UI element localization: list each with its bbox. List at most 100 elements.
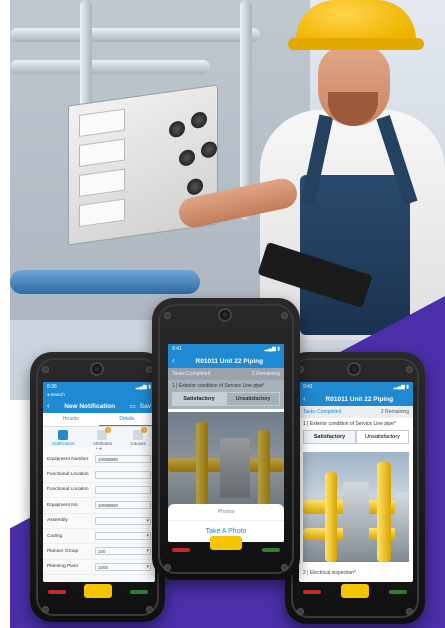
step-notification[interactable]: Notification [52, 430, 75, 446]
assembly-select[interactable] [95, 516, 151, 525]
coding-select[interactable] [95, 532, 151, 541]
right-screen: 9:41 ▂▄▆ ▮ ‹ R01011 Unit 22 Piping Tasks… [299, 382, 413, 582]
step-causes[interactable]: 1 Causes [130, 427, 148, 446]
planning-plant-select[interactable]: 1000 [95, 562, 151, 571]
worker-overalls [300, 175, 410, 335]
document-icon[interactable]: ▭ [130, 402, 136, 410]
planner-group-select[interactable]: 100 [95, 547, 151, 556]
task-progress-bar: Tasks Completed 2 Remaining [299, 406, 413, 418]
page-title: R01011 Unit 22 Piping [325, 395, 394, 403]
screw [146, 606, 153, 613]
tab-header[interactable]: Header [43, 413, 99, 426]
status-bar: 9:41 ▂▄▆ ▮ [299, 382, 413, 392]
form-row: Functional Location [43, 483, 155, 499]
notification-form: Equipment Number 10008860 Functional Loca… [43, 452, 155, 575]
attributes-icon: 1 [97, 427, 112, 440]
end-key[interactable] [48, 590, 66, 594]
unsatisfactory-option[interactable]: Unsatisfactory [226, 392, 280, 406]
back-arrow-icon[interactable]: ‹ [172, 357, 175, 365]
scan-button[interactable] [84, 584, 112, 598]
form-row: Functional Location [43, 467, 155, 483]
call-key[interactable] [389, 590, 407, 594]
condition-toggle: Satisfactory Unsatisfactory [172, 392, 280, 406]
panel-label [79, 108, 125, 137]
step-indicator: Notification 1 Attributes 1 Causes [43, 427, 155, 447]
right-rugged-phone: 9:41 ▂▄▆ ▮ ‹ R01011 Unit 22 Piping Tasks… [285, 352, 425, 624]
satisfactory-option[interactable]: Satisfactory [172, 392, 226, 406]
page-title: R01011 Unit 22 Piping [195, 357, 264, 365]
valve-body [343, 482, 369, 552]
yellow-pipe [325, 472, 337, 562]
app-bar: ‹ New Notification ▭ Sav [43, 399, 155, 413]
condition-toggle: Satisfactory Unsatisfactory [303, 430, 409, 444]
panel-label [79, 138, 125, 167]
screw [164, 312, 171, 319]
valve-knob [187, 177, 203, 196]
overhead-pipe [10, 28, 260, 42]
dimmed-content: 1 | Exterior condition of Service Line p… [168, 380, 284, 409]
camera-icon [347, 362, 361, 376]
center-screen: 9:41 ▂▄▆ ▮ ‹ R01011 Unit 22 Piping Tasks… [168, 344, 284, 542]
screw [281, 312, 288, 319]
scan-button[interactable] [341, 584, 369, 598]
page-title: New Notification [64, 402, 116, 410]
camera-icon [218, 308, 232, 322]
valve-body [220, 438, 250, 498]
call-key[interactable] [262, 548, 280, 552]
search-back-link[interactable]: ◂ Search [43, 392, 155, 399]
unsatisfactory-option[interactable]: Unsatisfactory [356, 430, 409, 444]
status-bar: 8:36 ▂▄▆ ▮ [43, 382, 155, 392]
panel-label [79, 168, 125, 197]
yellow-pipe [377, 462, 391, 562]
functional-location-field[interactable] [95, 485, 151, 494]
satisfactory-option[interactable]: Satisfactory [303, 430, 356, 444]
end-key[interactable] [172, 548, 190, 552]
left-rugged-phone: 8:36 ▂▄▆ ▮ ◂ Search ‹ New Notification ▭… [30, 352, 165, 622]
product-hero: 8:36 ▂▄▆ ▮ ◂ Search ‹ New Notification ▭… [0, 0, 445, 628]
camera-icon [90, 362, 104, 376]
equipment-no-field[interactable]: 10008860 [95, 501, 151, 510]
causes-icon: 1 [133, 427, 148, 440]
functional-location-field[interactable] [95, 470, 151, 479]
count-badge: 1 [141, 427, 148, 433]
save-button[interactable]: Sav [140, 403, 151, 410]
equipment-number-field[interactable]: 10008860 [95, 455, 151, 464]
valve-knob [201, 140, 217, 159]
tab-bar: Header Details [43, 413, 155, 427]
end-key[interactable] [303, 590, 321, 594]
next-question-text: 2 | Electrical inspection* [299, 568, 413, 578]
form-row: Coding [43, 529, 155, 545]
count-badge: 1 [105, 427, 112, 433]
tab-details[interactable]: Details [99, 413, 155, 426]
status-time: 9:41 [303, 384, 313, 390]
scan-button[interactable] [210, 536, 242, 550]
piping-photo[interactable] [303, 452, 409, 562]
screw [42, 606, 49, 613]
form-row: Planning Plant 1000 [43, 560, 155, 575]
tasks-completed-tab[interactable]: Tasks Completed [172, 371, 210, 377]
screw [406, 608, 413, 615]
back-arrow-icon[interactable]: ‹ [303, 395, 306, 403]
blue-pipe [10, 270, 200, 294]
status-time: 9:41 [172, 346, 182, 352]
signal-icon: ▂▄▆ ▮ [264, 346, 280, 352]
overhead-pipe [10, 60, 210, 74]
back-arrow-icon[interactable]: ‹ [47, 402, 50, 410]
panel-label [79, 198, 125, 227]
valve-body [395, 492, 409, 552]
remaining-count: 2 Remaining [251, 371, 280, 377]
form-row: Equipment Number 10008860 [43, 452, 155, 468]
step-attributes[interactable]: 1 Attributes [93, 427, 112, 446]
question-text: 1 | Exterior condition of Service Line p… [303, 421, 396, 427]
app-bar: ‹ R01011 Unit 22 Piping [299, 392, 413, 406]
call-key[interactable] [130, 590, 148, 594]
tasks-completed-tab[interactable]: Tasks Completed [303, 409, 341, 415]
sheet-title: Photos [168, 504, 284, 521]
signal-icon: ▂▄▆ ▮ [135, 384, 151, 390]
screw [297, 608, 304, 615]
signal-icon: ▂▄▆ ▮ [393, 384, 409, 390]
valve-knob [169, 120, 185, 139]
screw [281, 564, 288, 571]
form-row: Equipment No. 10008860 [43, 498, 155, 514]
hardhat-brim [288, 38, 424, 50]
